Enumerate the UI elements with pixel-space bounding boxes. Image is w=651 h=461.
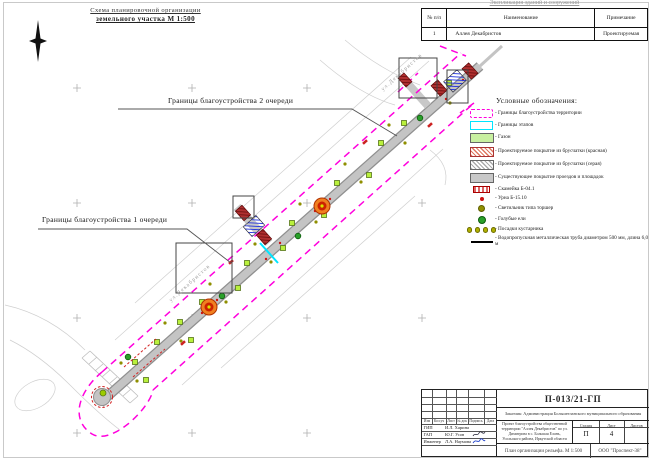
sheet-number: 4 bbox=[599, 430, 624, 438]
urn-swatch-icon bbox=[468, 197, 495, 201]
drawing-title-line1: Схема планировочной организации bbox=[58, 7, 233, 15]
legend-item: - Проектируемое покрытие из брусчатки (с… bbox=[468, 160, 650, 170]
title-block-staff-section: Изм Кол.уч Лист № док Подпись Дата ГИП И… bbox=[422, 390, 497, 456]
row-name: Аллея Декабристов bbox=[447, 28, 595, 41]
paving-patches bbox=[235, 63, 478, 245]
explication-caption: Экспликация зданий и сооружений bbox=[421, 0, 648, 6]
drawing-title-line2: земельного участка М 1:500 bbox=[58, 15, 233, 24]
col-name: Наименование bbox=[447, 9, 595, 28]
title-block: Изм Кол.уч Лист № док Подпись Дата ГИП И… bbox=[421, 389, 648, 457]
company-cell: ООО "Проспект-38" bbox=[591, 444, 649, 458]
detail-frames bbox=[176, 58, 468, 293]
north-arrow-icon bbox=[29, 20, 47, 62]
stage-value: П bbox=[573, 430, 599, 438]
stage2-boundary-label: Границы благоустройства 2 очереди bbox=[168, 96, 293, 105]
shrub-swatch-icon bbox=[468, 227, 495, 233]
lamp-swatch-icon bbox=[468, 205, 495, 212]
existing-paving-swatch-icon bbox=[468, 173, 495, 183]
drawing-title: Схема планировочной организации земельно… bbox=[58, 7, 233, 24]
stage-swatch-icon bbox=[468, 121, 495, 130]
project-cell: Проект благоустройства общественной терр… bbox=[497, 421, 573, 443]
boundary-swatch-icon bbox=[468, 109, 495, 118]
table-row: 1 Аллея Декабристов Проектируемая bbox=[422, 28, 648, 41]
legend-item: - Границы этапов bbox=[468, 121, 650, 130]
flowerbed-circle-1 bbox=[201, 299, 217, 315]
legend-item: - Светильник типа торшер bbox=[468, 205, 650, 212]
explication-table: № п/п Наименование Примечание 1 Аллея Де… bbox=[421, 8, 648, 41]
lawn-swatch-icon bbox=[468, 133, 495, 143]
row-note: Проектируемая bbox=[595, 28, 648, 41]
red-paving-swatch-icon bbox=[468, 147, 495, 157]
col-num: № п/п bbox=[422, 9, 447, 28]
legend-item: - Существующее покрытие проездов и площа… bbox=[468, 173, 650, 183]
street-name-label: ул.Декабристов bbox=[168, 263, 212, 304]
explication-header-row: № п/п Наименование Примечание bbox=[422, 9, 648, 28]
gray-paving-swatch-icon bbox=[468, 160, 495, 170]
col-note: Примечание bbox=[595, 9, 648, 28]
stage-sheet-cells: Стадия Лист Листов П 4 bbox=[573, 421, 649, 443]
drawing-sheet: ул.Декабристов ул.Декабристов Схема план… bbox=[0, 0, 651, 461]
row-num: 1 bbox=[422, 28, 447, 41]
document-number: П-013/21-ГП bbox=[497, 390, 649, 408]
client-cell: Заказчик: Администрация Большееланского … bbox=[497, 408, 649, 421]
staff-row: Инженер Л.А. Наумова bbox=[422, 438, 497, 445]
benches bbox=[180, 122, 433, 346]
spruce-swatch-icon bbox=[468, 216, 495, 224]
legend-item: - Голубые ели bbox=[468, 216, 650, 224]
alley-road bbox=[94, 46, 503, 406]
legend-item: - Газон bbox=[468, 133, 650, 143]
legend-title: Условные обозначения: bbox=[496, 96, 650, 105]
stage1-boundary-label: Границы благоустройства 1 очереди bbox=[42, 215, 167, 224]
legend-item: - Урна Б-15.10 bbox=[468, 196, 650, 202]
legend-item: - Водопропускная металлическая труба диа… bbox=[468, 236, 650, 248]
legend: Условные обозначения: - Границы благоуст… bbox=[468, 96, 650, 251]
title-block-main-section: П-013/21-ГП Заказчик: Администрация Боль… bbox=[497, 390, 649, 456]
staff-row: ГИП И.Л. Харина bbox=[422, 424, 497, 431]
pipe-swatch-icon bbox=[468, 241, 495, 244]
drawing-name-cell: План организации рельефа. М 1:500 bbox=[497, 444, 591, 458]
legend-item: - Проектируемое покрытие из брусчатки (к… bbox=[468, 147, 650, 157]
legend-item: - Скамейка Б-04.1 bbox=[468, 186, 650, 193]
flowerbed-circle-2 bbox=[314, 198, 330, 214]
legend-item: - Границы благоустройства территории bbox=[468, 109, 650, 118]
bench-swatch-icon bbox=[468, 186, 495, 193]
staff-row: ГАП Ю.Г. Усов bbox=[422, 431, 497, 438]
legend-item: - Посадки кустарника bbox=[468, 227, 650, 233]
